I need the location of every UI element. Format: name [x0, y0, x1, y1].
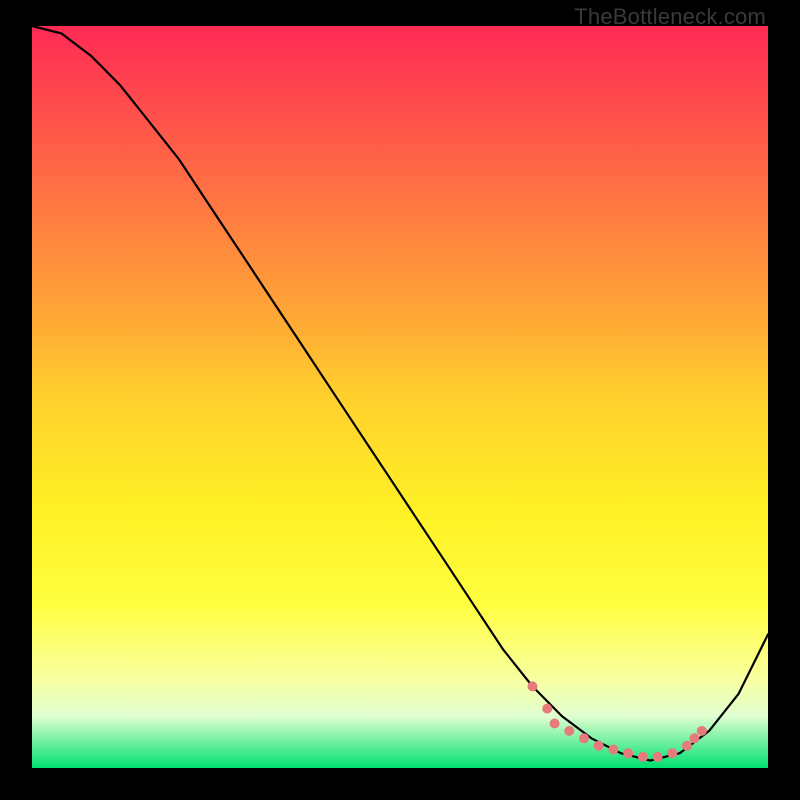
highlight-marker [594, 741, 604, 751]
highlight-marker [579, 733, 589, 743]
main-curve [32, 26, 768, 761]
chart-svg [32, 26, 768, 768]
highlight-marker [608, 745, 618, 755]
highlight-marker [653, 752, 663, 762]
highlight-marker [697, 726, 707, 736]
data-markers [528, 681, 707, 762]
highlight-marker [667, 748, 677, 758]
highlight-marker [689, 733, 699, 743]
highlight-marker [550, 719, 560, 729]
highlight-marker [623, 748, 633, 758]
chart-frame: TheBottleneck.com [0, 0, 800, 800]
highlight-marker [564, 726, 574, 736]
highlight-marker [682, 741, 692, 751]
highlight-marker [528, 681, 538, 691]
highlight-marker [542, 704, 552, 714]
highlight-marker [638, 752, 648, 762]
